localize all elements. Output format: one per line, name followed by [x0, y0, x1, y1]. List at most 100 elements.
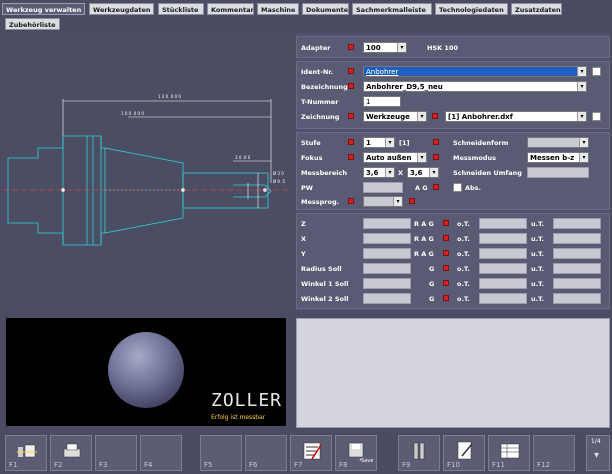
info-panel: [296, 318, 610, 428]
axis-ut-field[interactable]: [553, 278, 601, 289]
f11-button[interactable]: F11: [488, 435, 530, 471]
ident-field-value: Anbohrer: [366, 68, 399, 76]
adapter-label: Adapter: [301, 44, 331, 52]
axis-value-field[interactable]: [363, 218, 411, 229]
axis-marker-icon: [443, 295, 449, 301]
messprog-marker-icon: [348, 198, 354, 204]
axis-ot-field[interactable]: [479, 218, 527, 229]
fokus-select[interactable]: Auto außen ▾: [363, 152, 427, 163]
f7-label: F7: [294, 461, 303, 469]
stufe-select[interactable]: 1 ▾: [363, 137, 395, 148]
tab-zubehoerliste[interactable]: Zubehörliste: [5, 18, 60, 30]
pw-field[interactable]: [363, 182, 403, 193]
tab-kommentar[interactable]: Kommentar: [207, 3, 254, 15]
abs-label: Abs.: [465, 184, 482, 192]
f7-button[interactable]: F7: [290, 435, 332, 471]
f10-button[interactable]: F10: [443, 435, 485, 471]
axis-ot-label: o.T.: [457, 295, 470, 303]
f1-button[interactable]: F1: [5, 435, 47, 471]
messprog-select[interactable]: ▾: [363, 196, 403, 207]
axis-value-field[interactable]: [363, 263, 411, 274]
axis-marker-icon: [443, 235, 449, 241]
axis-marker-icon: [443, 265, 449, 271]
tab-zusatzdaten[interactable]: Zusatzdaten: [511, 3, 562, 15]
stufe-marker-icon: [348, 139, 354, 145]
axis-flags: R A G: [414, 220, 434, 228]
tab-werkzeugdaten[interactable]: Werkzeugdaten: [89, 3, 154, 15]
stufe-select-value: 1: [366, 139, 371, 147]
tool-drawing-panel[interactable]: 1 2 0 .0 0 0 1 0 0 .0 0 0 3 0 .0 0 Ø 3 0…: [3, 33, 291, 311]
dim-1-label: 1 0 0 .0 0 0: [121, 111, 144, 116]
axis-ot-field[interactable]: [479, 293, 527, 304]
bezeichnung-field[interactable]: Anbohrer_D9,5_neu ▾: [363, 81, 587, 92]
axis-row: Winkel 1 Soll G o.T. u.T.: [297, 278, 609, 292]
messmodus-select-value: Messen b-z: [530, 154, 575, 162]
schneidenform-select[interactable]: ▾: [527, 137, 589, 148]
tab-technologiedaten[interactable]: Technologiedaten: [435, 3, 508, 15]
axis-ut-label: u.T.: [531, 220, 545, 228]
chevron-down-icon: ▾: [385, 138, 394, 147]
schneidenumfang-field[interactable]: [527, 167, 589, 178]
f9-button[interactable]: F9: [398, 435, 440, 471]
messbereich-x-sep: X: [398, 169, 404, 177]
f10-label: F10: [447, 461, 460, 469]
messbereich-x2-select[interactable]: 3,6 ▾: [407, 167, 439, 178]
tnummer-field[interactable]: 1: [363, 96, 401, 107]
zeichnung-file-select[interactable]: [1] Anbohrer.dxf ▾: [445, 111, 587, 122]
axis-value-field[interactable]: [363, 293, 411, 304]
messprog-label: Messprog.: [301, 198, 340, 206]
chevron-down-icon: ▾: [577, 82, 586, 91]
adapter-select[interactable]: 100 ▾: [363, 42, 407, 53]
ident-field[interactable]: Anbohrer ▾: [363, 66, 587, 77]
f2-button[interactable]: F2: [50, 435, 92, 471]
f12-button[interactable]: F12: [533, 435, 575, 471]
zeichnung-category-select[interactable]: Werkzeuge ▾: [363, 111, 427, 122]
zeichnung-checkbox[interactable]: [592, 112, 601, 121]
axis-ot-field[interactable]: [479, 278, 527, 289]
bezeichnung-marker-icon: [348, 83, 354, 89]
chevron-down-icon: ▾: [393, 197, 402, 206]
f8-sub-label: Save: [361, 458, 374, 464]
axis-ut-field[interactable]: [553, 233, 601, 244]
f5-button[interactable]: F5: [200, 435, 242, 471]
axis-ot-label: o.T.: [457, 250, 470, 258]
tool-form: Adapter 100 ▾ HSK 100 Ident-Nr. Anbohrer ▾…: [296, 33, 610, 311]
chevron-down-icon: ▾: [417, 153, 426, 162]
f8-button[interactable]: + Save F8: [335, 435, 377, 471]
axis-ut-field[interactable]: [553, 248, 601, 259]
tab-stueckliste[interactable]: Stückliste: [158, 3, 204, 15]
f3-button[interactable]: F3: [95, 435, 137, 471]
axis-ot-field[interactable]: [479, 248, 527, 259]
f4-button[interactable]: F4: [140, 435, 182, 471]
axis-ut-field[interactable]: [553, 293, 601, 304]
tab-dokumente[interactable]: Dokumente: [302, 3, 349, 15]
tool-holder-icon: [413, 442, 425, 460]
axis-ut-label: u.T.: [531, 250, 545, 258]
axis-ot-field[interactable]: [479, 263, 527, 274]
messmodus-label: Messmodus: [453, 154, 497, 162]
messbereich-x1-select[interactable]: 3,6 ▾: [363, 167, 395, 178]
f6-button[interactable]: F6: [245, 435, 287, 471]
tab-maschine[interactable]: Maschine: [257, 3, 299, 15]
ident-checkbox[interactable]: [592, 67, 601, 76]
pw-label: PW: [301, 184, 313, 192]
axis-value-field[interactable]: [363, 248, 411, 259]
axis-ot-field[interactable]: [479, 233, 527, 244]
tool-drawing: 1 2 0 .0 0 0 1 0 0 .0 0 0 3 0 .0 0 Ø 3 0…: [3, 94, 291, 246]
tab-sachmerkmalleiste[interactable]: Sachmerkmalleiste: [352, 3, 432, 15]
axis-marker-icon: [443, 280, 449, 286]
axis-ut-field[interactable]: [553, 218, 601, 229]
messmodus-select[interactable]: Messen b-z ▾: [527, 152, 589, 163]
zeichnung-marker-icon: [348, 113, 354, 119]
messbereich-label: Messbereich: [301, 169, 347, 177]
chevron-down-icon: ▾: [417, 112, 426, 121]
tab-werkzeug-verwalten[interactable]: Werkzeug verwalten: [2, 3, 85, 15]
adapter-marker-icon: [348, 44, 354, 50]
abs-checkbox[interactable]: [453, 183, 462, 192]
messbereich-x1-value: 3,6: [366, 169, 379, 177]
axis-ut-field[interactable]: [553, 263, 601, 274]
page-next-button[interactable]: 1/4 ▾: [586, 435, 610, 471]
adapter-section: Adapter 100 ▾ HSK 100: [296, 36, 610, 58]
axis-value-field[interactable]: [363, 233, 411, 244]
axis-value-field[interactable]: [363, 278, 411, 289]
